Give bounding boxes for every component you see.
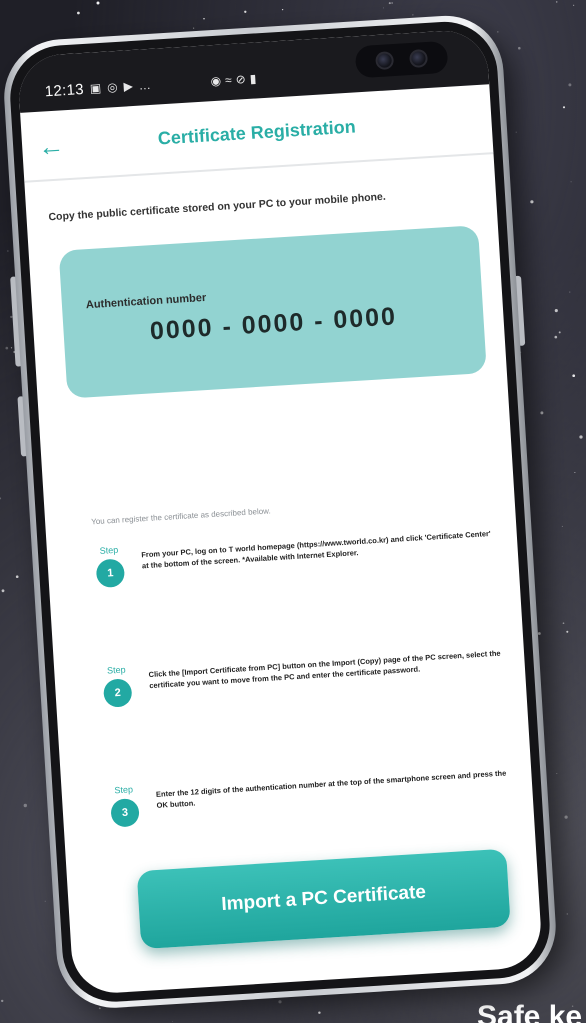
step-number: 2 xyxy=(102,678,133,708)
step-number: 1 xyxy=(95,558,126,589)
star xyxy=(570,181,572,183)
step-number: 3 xyxy=(110,797,140,828)
play-icon: ▶ xyxy=(123,78,134,94)
step-text: Enter the 12 digits of the authenticatio… xyxy=(155,768,507,810)
star xyxy=(568,83,572,87)
gallery-icon: ▣ xyxy=(89,80,102,96)
star xyxy=(562,106,566,109)
punch-hole-camera xyxy=(354,40,449,79)
phone-screen: 12:13 ▣ ◎ ▶ … ◉ ≈ ⊘ ▮ ← Certificate Regi… xyxy=(16,28,544,996)
step-text: Click the [Import Certificate from PC] b… xyxy=(148,648,501,691)
step-text: From your PC, log on to T world homepage… xyxy=(141,528,491,571)
more-notifications-icon: … xyxy=(138,77,152,93)
steps-list: Step 1 From your PC, log on to T world h… xyxy=(46,500,534,830)
camera-lens xyxy=(375,51,395,71)
phone-bezel: 12:13 ▣ ◎ ▶ … ◉ ≈ ⊘ ▮ ← Certificate Regi… xyxy=(7,18,553,1005)
star xyxy=(96,1,100,5)
camera-lens xyxy=(409,48,429,69)
back-arrow-icon[interactable]: ← xyxy=(33,128,69,164)
phone-mockup: 12:13 ▣ ◎ ▶ … ◉ ≈ ⊘ ▮ ← Certificate Regi… xyxy=(0,0,586,1023)
auth-card: Authentication number 0000 - 0000 - 0000 xyxy=(58,225,487,399)
step-label: Step xyxy=(106,664,126,676)
star xyxy=(573,4,575,6)
step-label: Step xyxy=(114,784,134,796)
wifi-icon: ≈ xyxy=(224,72,233,88)
vibrate-icon: ◉ xyxy=(210,73,222,89)
step-item: Step 1 From your PC, log on to T world h… xyxy=(91,522,501,589)
step-label: Step xyxy=(99,544,119,556)
status-left: 12:13 ▣ ◎ ▶ … xyxy=(44,76,152,100)
step-badge: Step 1 xyxy=(91,544,129,589)
battery-icon: ▮ xyxy=(249,71,257,86)
step-item: Step 3 Enter the 12 digits of the authen… xyxy=(105,761,515,828)
star xyxy=(0,999,4,1003)
phone-frame: 12:13 ▣ ◎ ▶ … ◉ ≈ ⊘ ▮ ← Certificate Regi… xyxy=(0,12,560,1012)
page-title: Certificate Registration xyxy=(157,115,357,149)
step-badge: Step 2 xyxy=(98,664,136,708)
status-right: ◉ ≈ ⊘ ▮ xyxy=(210,71,257,88)
blocked-icon: ⊘ xyxy=(235,72,247,87)
status-time: 12:13 xyxy=(44,80,85,100)
browser-icon: ◎ xyxy=(106,79,119,95)
import-pc-certificate-button[interactable]: Import a PC Certificate xyxy=(136,848,511,950)
step-item: Step 2 Click the [Import Certificate fro… xyxy=(98,641,508,708)
step-badge: Step 3 xyxy=(105,784,143,828)
star xyxy=(555,1,558,3)
